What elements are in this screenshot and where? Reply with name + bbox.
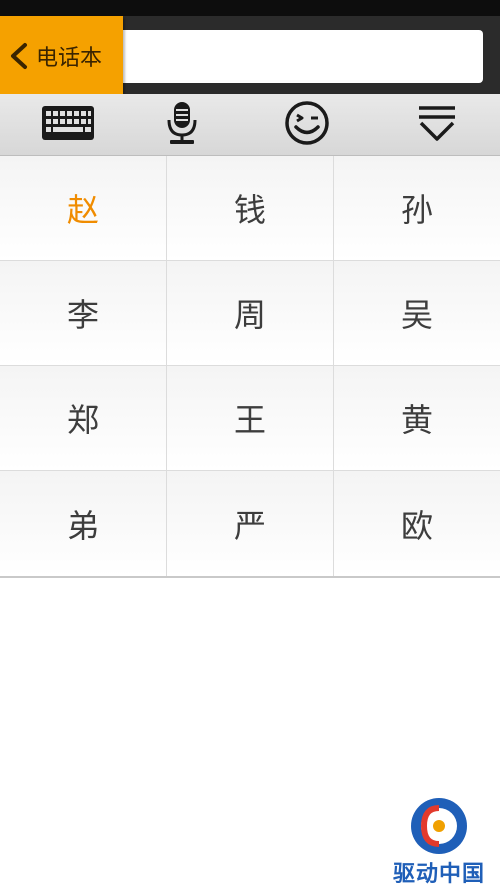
surname-cell[interactable]: 严 (167, 471, 334, 576)
search-input[interactable] (112, 30, 483, 83)
surname-cell[interactable]: 钱 (167, 156, 334, 260)
grid-row: 赵 钱 孙 (0, 156, 500, 261)
microphone-icon (164, 100, 200, 150)
grid-row: 郑 王 黄 (0, 366, 500, 471)
surname-cell[interactable]: 王 (167, 366, 334, 470)
surname-cell[interactable]: 赵 (0, 156, 167, 260)
input-toolbar (0, 94, 500, 156)
emoji-icon (284, 100, 330, 150)
surname-grid: 赵 钱 孙 李 周 吴 郑 王 黄 弟 严 欧 (0, 156, 500, 578)
watermark-text: 驱动中国 (392, 862, 485, 887)
surname-cell[interactable]: 黄 (334, 366, 500, 470)
collapse-keyboard-button[interactable] (397, 98, 477, 152)
back-button[interactable]: 电话本 (0, 16, 123, 101)
surname-cell[interactable]: 周 (167, 261, 334, 365)
emoji-button[interactable] (267, 98, 347, 152)
surname-cell[interactable]: 欧 (334, 471, 500, 576)
keyboard-button[interactable] (28, 98, 108, 152)
voice-input-button[interactable] (142, 98, 222, 152)
surname-cell[interactable]: 孙 (334, 156, 500, 260)
grid-row: 李 周 吴 (0, 261, 500, 366)
surname-cell[interactable]: 郑 (0, 366, 167, 470)
status-bar (0, 0, 500, 16)
surname-cell[interactable]: 吴 (334, 261, 500, 365)
grid-row: 弟 严 欧 (0, 471, 500, 576)
collapse-keyboard-icon (417, 103, 457, 147)
chevron-left-icon (6, 41, 32, 71)
keyboard-icon (41, 105, 95, 145)
surname-cell[interactable]: 弟 (0, 471, 167, 576)
back-button-label: 电话本 (36, 45, 103, 71)
surname-cell[interactable]: 李 (0, 261, 167, 365)
